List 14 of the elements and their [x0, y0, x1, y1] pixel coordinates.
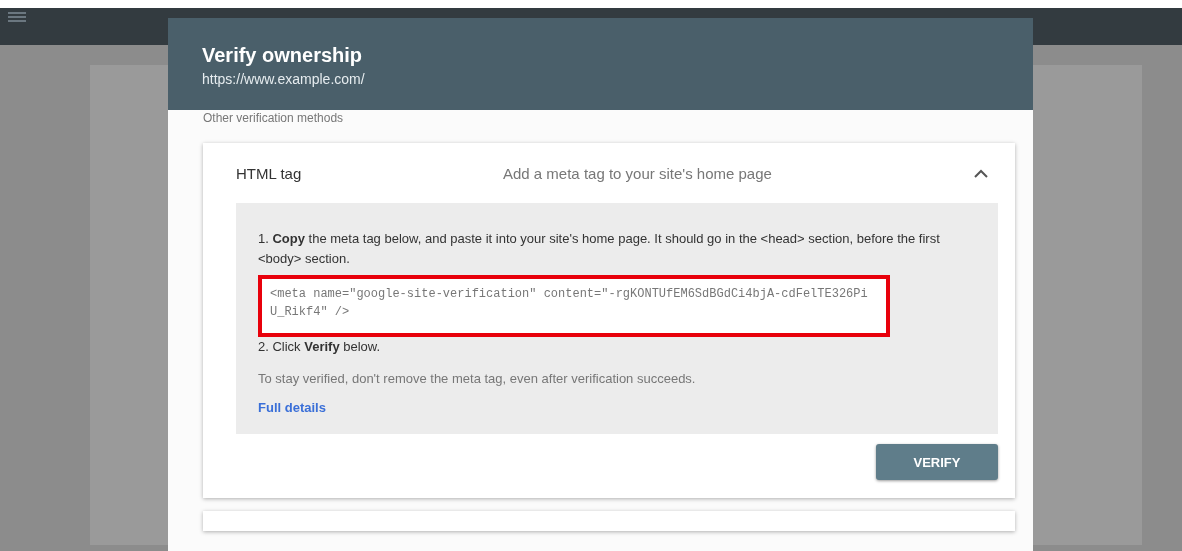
instruction-step: 1. Copy the meta tag below, and paste it into your site's home page. It should go in the <head> section, before the first <body> section.	[258, 229, 978, 269]
note-text: To stay verified, don't remove the meta tag, even after verification succeeds.	[258, 371, 697, 386]
full-details-link[interactable]: Full details	[258, 400, 326, 415]
chevron-icon[interactable]	[974, 168, 988, 178]
method-name: HTML tag	[236, 164, 303, 182]
section-label: Other verification methods	[203, 111, 345, 125]
method-header[interactable]: HTML tag Add a meta tag to your site's home page	[236, 143, 998, 203]
method-description: Add a meta tag to your site's home page	[503, 164, 773, 182]
site-url: https://www.example.com/	[202, 71, 366, 87]
meta-tag-code: <meta name="google-site-verification" content="-rgKONTUfEM6SdBGdCi4bjA-cdFelTE326PiU_Rikf4" />	[270, 286, 869, 321]
dialog-title: Verify ownership	[202, 44, 364, 67]
menu-icon[interactable]	[8, 12, 26, 22]
verify-button[interactable]: VERIFY	[876, 444, 998, 480]
instruction-step: 2. Click Verify below.	[258, 337, 978, 357]
